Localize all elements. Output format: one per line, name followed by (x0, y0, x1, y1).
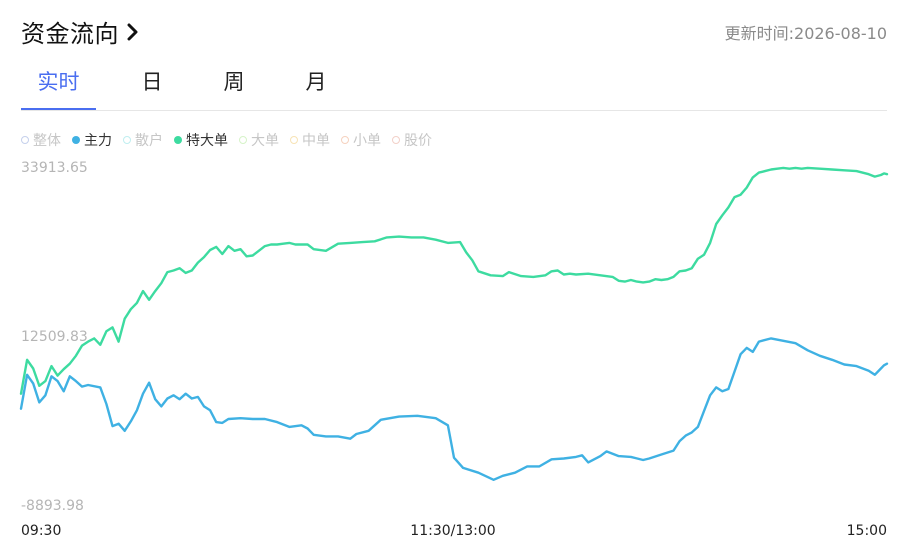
x-tick-label: 15:00 (847, 523, 887, 539)
update-time-value: 2026-08-10 (794, 24, 887, 43)
legend-item[interactable]: 中单 (290, 130, 330, 150)
y-tick-label: 12509.83 (21, 329, 88, 345)
legend-dot-icon (21, 136, 29, 144)
legend-label: 中单 (302, 133, 330, 149)
legend-dot-icon (123, 136, 131, 144)
legend-item[interactable]: 特大单 (174, 130, 228, 150)
update-time: 更新时间:2026-08-10 (725, 20, 887, 44)
fund-flow-title-link[interactable]: 资金流向 (21, 14, 141, 49)
y-tick-label: 33913.65 (21, 160, 88, 176)
fund-flow-chart: 33913.65 12509.83 -8893.98 09:30 11:30/13:00… (19, 160, 889, 539)
tab-week[interactable]: 周 (216, 62, 252, 108)
legend-item[interactable]: 散户 (123, 130, 163, 150)
legend-label: 小单 (353, 133, 381, 149)
legend-label: 特大单 (186, 133, 228, 149)
legend-dot-icon (174, 136, 182, 144)
legend-label: 主力 (84, 133, 112, 149)
update-time-label: 更新时间: (724, 24, 795, 43)
tab-day[interactable]: 日 (134, 62, 170, 108)
legend-label: 整体 (33, 133, 61, 149)
x-tick-label: 11:30/13:00 (410, 523, 495, 539)
legend-dot-icon (72, 136, 80, 144)
legend-dot-icon (239, 136, 247, 144)
legend-label: 大单 (251, 133, 279, 149)
legend-item[interactable]: 主力 (72, 130, 112, 150)
legend-label: 散户 (135, 133, 163, 149)
series-line-main-force (19, 337, 889, 481)
legend-dot-icon (341, 136, 349, 144)
page-header: 资金流向 更新时间:2026-08-10 (21, 14, 887, 50)
legend-item[interactable]: 股价 (392, 130, 432, 150)
legend-item[interactable]: 小单 (341, 130, 381, 150)
tab-realtime[interactable]: 实时 (21, 62, 96, 110)
legend-dot-icon (392, 136, 400, 144)
page-title: 资金流向 (21, 20, 119, 48)
chevron-right-icon (127, 23, 138, 40)
legend-item[interactable]: 整体 (21, 130, 61, 150)
chart-legend: 整体 主力 散户 特大单 大单 中单 小单 股价 (21, 130, 443, 150)
period-tabs: 实时 日 周 月 (21, 62, 887, 111)
y-tick-label: -8893.98 (21, 498, 84, 514)
legend-item[interactable]: 大单 (239, 130, 279, 150)
legend-dot-icon (290, 136, 298, 144)
x-tick-label: 09:30 (21, 523, 61, 539)
series-line-super-large (19, 166, 889, 395)
legend-label: 股价 (404, 133, 432, 149)
tab-month[interactable]: 月 (298, 62, 334, 108)
